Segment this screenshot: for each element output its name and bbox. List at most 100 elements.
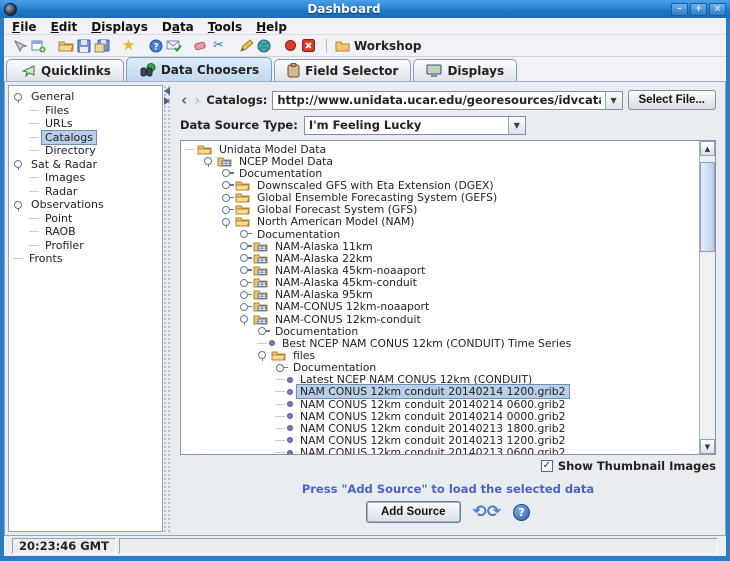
catalog-url-input[interactable] (273, 92, 604, 109)
select-file-button[interactable]: Select File... (628, 90, 716, 110)
menu-displays[interactable]: Displays (91, 20, 148, 34)
save-as-icon[interactable] (93, 37, 110, 54)
tab-quicklinks[interactable]: Quicklinks (6, 59, 124, 81)
folder-icon (235, 180, 250, 191)
close-button[interactable]: × (709, 3, 726, 16)
tree-node: Radar (13, 185, 162, 199)
tree-node: General (13, 90, 162, 104)
globe-icon[interactable] (255, 37, 272, 54)
tree-node: NAM-Alaska 11km (185, 240, 699, 252)
tree-node: Files (13, 104, 162, 118)
tree-node: NAM CONUS 12km conduit 20140213 0600.gri… (185, 447, 699, 454)
scrollbar-thumb[interactable] (700, 162, 715, 252)
tree-connector (257, 343, 267, 344)
exit-icon[interactable] (300, 37, 317, 54)
expanded-handle-icon[interactable] (221, 217, 233, 227)
scroll-down-icon[interactable]: ▼ (700, 439, 715, 454)
collapsed-handle-icon[interactable] (239, 278, 251, 288)
data-source-type-value[interactable] (305, 117, 508, 134)
tree-node: Documentation (185, 228, 699, 240)
catalogs-label: Catalogs: (206, 93, 267, 107)
collapsed-handle-icon[interactable] (239, 229, 251, 239)
collapsed-handle-icon[interactable] (257, 326, 269, 336)
dataset-folder-icon (253, 301, 268, 312)
collapsed-handle-icon[interactable] (221, 193, 233, 203)
tree-connector (275, 391, 285, 392)
tree-connector (13, 258, 23, 259)
expand-right-icon[interactable] (164, 97, 170, 105)
cut-icon[interactable]: ✂ (210, 37, 227, 54)
data-item-icon (287, 450, 293, 454)
collapsed-handle-icon[interactable] (239, 302, 251, 312)
chooser-category-tree: GeneralFilesURLsCatalogsDirectorySat & R… (8, 85, 163, 532)
expanded-handle-icon[interactable] (257, 350, 269, 360)
tree-connector (29, 177, 39, 178)
menu-tools[interactable]: Tools (208, 20, 242, 34)
menu-edit[interactable]: Edit (51, 20, 78, 34)
star-icon[interactable]: ★ (120, 37, 137, 54)
tree-node-label[interactable]: NAM CONUS 12km conduit 20140213 0600.gri… (296, 445, 570, 454)
expanded-handle-icon[interactable] (13, 92, 25, 102)
record-icon[interactable] (282, 37, 299, 54)
collapsed-handle-icon[interactable] (275, 363, 287, 373)
collapse-left-icon[interactable] (164, 87, 170, 95)
menu-help[interactable]: Help (256, 20, 287, 34)
expanded-handle-icon[interactable] (239, 314, 251, 324)
maximize-button[interactable]: + (690, 3, 707, 16)
dataset-folder-icon (253, 265, 268, 276)
tree-connector (185, 149, 195, 150)
vertical-scrollbar[interactable]: ▲ ▼ (699, 141, 715, 454)
pencil-icon[interactable] (237, 37, 254, 54)
tab-displays[interactable]: Displays (413, 59, 517, 81)
catalog-url-combobox: ▼ (272, 91, 622, 110)
minimize-button[interactable]: – (671, 3, 688, 16)
open-folder-icon[interactable] (57, 37, 74, 54)
collapsed-handle-icon[interactable] (221, 168, 233, 178)
collapsed-handle-icon[interactable] (239, 253, 251, 263)
data-item-icon (287, 401, 293, 407)
data-item-icon (269, 340, 275, 346)
tab-field-selector[interactable]: Field Selector (274, 59, 411, 81)
tab-data-choosers[interactable]: Data Choosers (126, 57, 272, 81)
mail-check-icon[interactable] (165, 37, 182, 54)
tree-node: files (185, 349, 699, 361)
folder-icon (235, 192, 250, 203)
type-dropdown-arrow-icon[interactable]: ▼ (508, 117, 525, 134)
tree-connector (275, 440, 285, 441)
tree-node: Best NCEP NAM CONUS 12km (CONDUIT) Time … (185, 337, 699, 349)
save-icon[interactable] (75, 37, 92, 54)
help-icon[interactable]: ? (513, 504, 530, 521)
data-item-icon (287, 413, 293, 419)
tree-node-label[interactable]: Fronts (25, 251, 67, 266)
tree-connector (275, 379, 285, 380)
expanded-handle-icon[interactable] (203, 156, 215, 166)
expanded-handle-icon[interactable] (13, 200, 25, 210)
clock-cell: 20:23:46 GMT (12, 538, 116, 554)
collapsed-handle-icon[interactable] (239, 290, 251, 300)
pointer-icon[interactable] (12, 37, 29, 54)
workshop-item[interactable]: Workshop (335, 39, 421, 53)
add-source-button[interactable]: Add Source (366, 501, 461, 523)
expanded-handle-icon[interactable] (13, 159, 25, 169)
data-choosers-panel: GeneralFilesURLsCatalogsDirectorySat & R… (4, 81, 726, 536)
eraser-icon[interactable] (192, 37, 209, 54)
dataset-folder-icon (217, 156, 232, 167)
tree-node-label[interactable]: Best NCEP NAM CONUS 12km (CONDUIT) Time … (278, 336, 575, 351)
menu-file[interactable]: File (12, 20, 37, 34)
collapsed-handle-icon[interactable] (221, 205, 233, 215)
splitter-divider[interactable] (163, 85, 172, 532)
collapsed-handle-icon[interactable] (239, 265, 251, 275)
help-icon[interactable]: ? (147, 37, 164, 54)
folder-icon (271, 350, 286, 361)
scrollbar-track[interactable] (700, 156, 715, 439)
new-window-icon[interactable] (30, 37, 47, 54)
collapsed-handle-icon[interactable] (221, 180, 233, 190)
collapsed-handle-icon[interactable] (239, 241, 251, 251)
tree-connector (29, 137, 39, 138)
show-thumbnails-checkbox[interactable]: ✓ (541, 460, 553, 472)
menu-data[interactable]: Data (162, 20, 194, 34)
catalog-dropdown-arrow-icon[interactable]: ▼ (605, 92, 622, 109)
scroll-up-icon[interactable]: ▲ (700, 141, 715, 156)
history-back-button[interactable]: ‹ (180, 93, 188, 107)
refresh-icon[interactable]: ⟲⟳ (473, 504, 502, 520)
